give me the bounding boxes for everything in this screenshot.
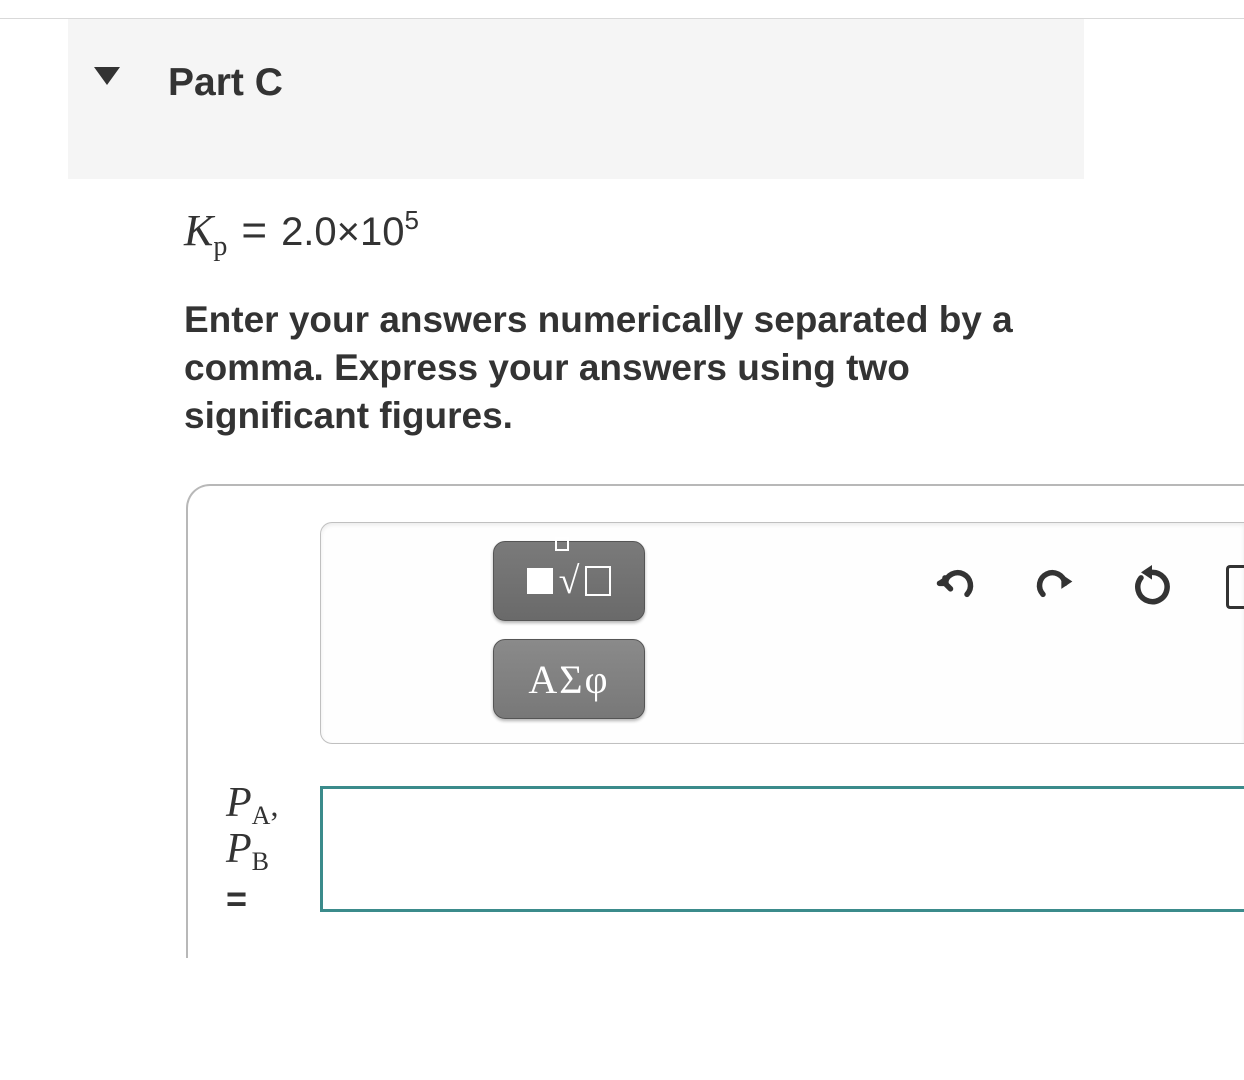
- math-templates-icon: √: [527, 559, 612, 603]
- var-p1: P: [226, 780, 252, 826]
- content-area: Kp = 2.0×105 Enter your answers numerica…: [184, 205, 1244, 958]
- equals-sign: =: [241, 206, 267, 256]
- answer-input[interactable]: [320, 786, 1244, 912]
- var-sub-b: B: [252, 847, 269, 876]
- given-equation: Kp = 2.0×105: [184, 205, 1244, 256]
- undo-button[interactable]: [932, 563, 980, 611]
- answer-container: √ ΑΣφ: [186, 484, 1244, 958]
- equation-subscript: p: [213, 231, 227, 263]
- collapse-caret-icon[interactable]: [94, 67, 120, 90]
- answer-variable-label: PA, PB =: [226, 780, 320, 918]
- equation-toolbar: √ ΑΣφ: [320, 522, 1244, 744]
- redo-icon: [1032, 565, 1076, 609]
- part-header[interactable]: Part C: [68, 19, 1084, 179]
- reset-icon: [1130, 565, 1174, 609]
- greek-symbols-label: ΑΣφ: [528, 656, 609, 703]
- instructions-text: Enter your answers numerically separated…: [184, 296, 1064, 440]
- equation-exponent: 5: [405, 205, 419, 236]
- part-title: Part C: [168, 61, 283, 105]
- answer-input-row: PA, PB =: [188, 780, 1244, 918]
- undo-icon: [934, 565, 978, 609]
- math-templates-button[interactable]: √: [493, 541, 645, 621]
- keyboard-icon: [1226, 565, 1244, 609]
- keyboard-button[interactable]: [1226, 563, 1244, 611]
- reset-button[interactable]: [1128, 563, 1176, 611]
- var-sub-a: A: [252, 801, 271, 830]
- var-p2: P: [226, 826, 252, 872]
- equation-coefficient: 2.0×10: [281, 210, 404, 255]
- var-comma: ,: [270, 787, 278, 823]
- redo-button[interactable]: [1030, 563, 1078, 611]
- greek-symbols-button[interactable]: ΑΣφ: [493, 639, 645, 719]
- equation-variable: K: [184, 205, 213, 256]
- answer-equals: =: [226, 879, 320, 919]
